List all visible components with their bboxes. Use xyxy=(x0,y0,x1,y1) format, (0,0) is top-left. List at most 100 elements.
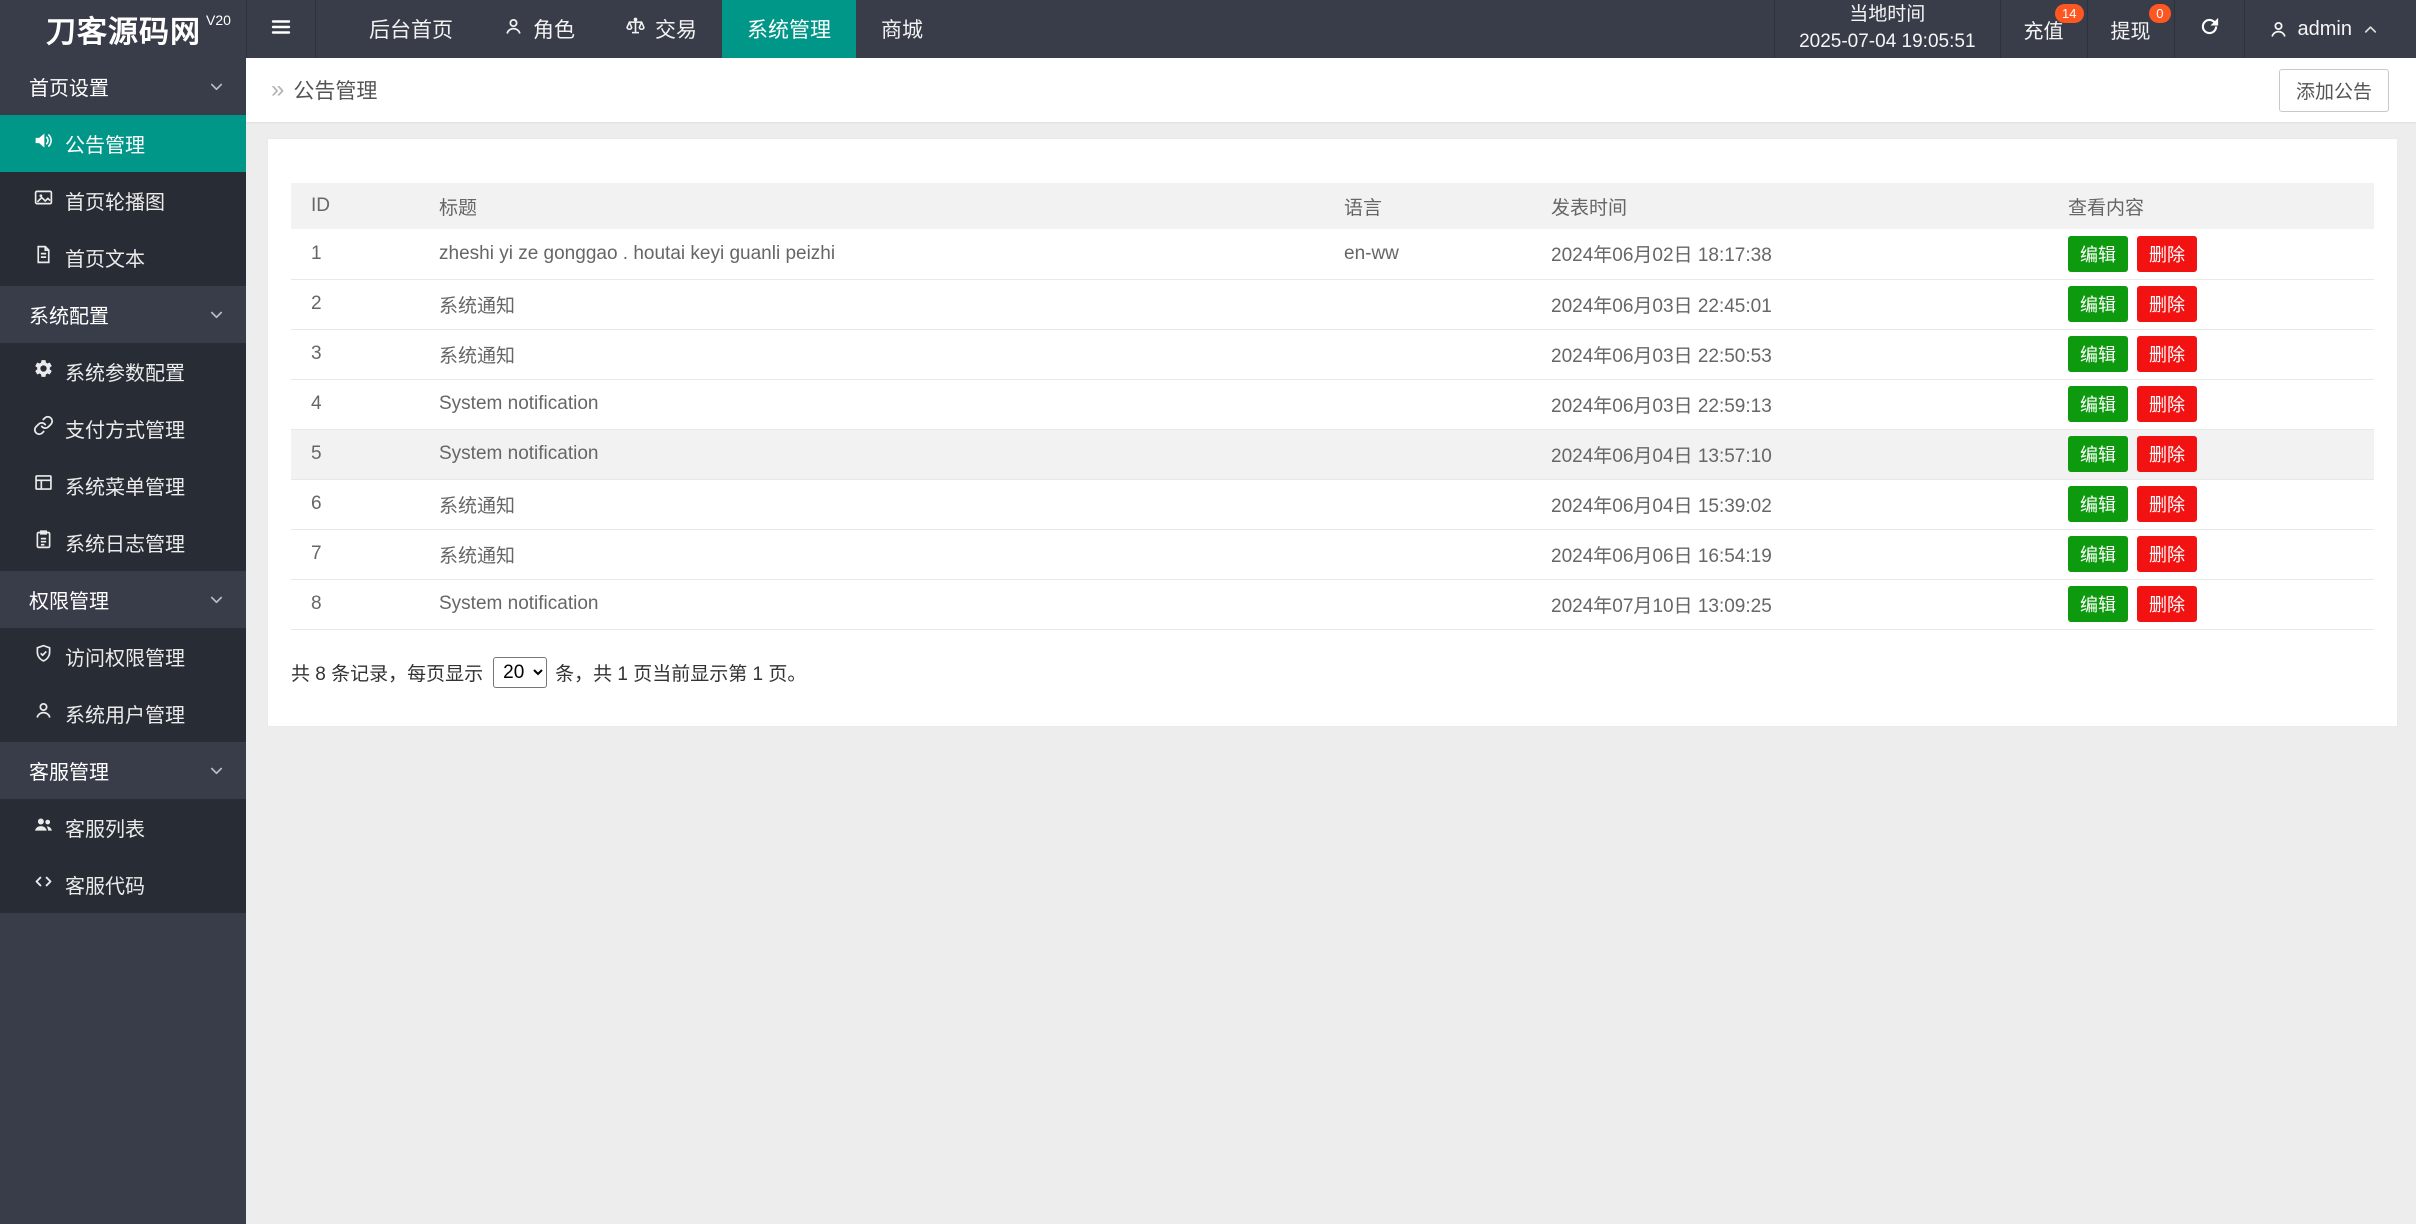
cell-actions: 编辑 删除 xyxy=(2048,429,2374,480)
table-row: 8 System notification 2024年07月10日 13:09:25… xyxy=(291,579,2374,630)
sidebar-section-header[interactable]: 首页设置 xyxy=(0,58,246,115)
local-time-value: 2025-07-04 19:05:51 xyxy=(1799,31,1976,52)
table-column-header: 标题 xyxy=(419,183,1324,229)
pagination-prefix: 共 8 条记录，每页显示 xyxy=(291,663,484,685)
sidebar-item[interactable]: 访问权限管理 xyxy=(0,628,246,685)
sidebar-section-header[interactable]: 权限管理 xyxy=(0,571,246,628)
chevron-down-icon xyxy=(207,305,226,324)
document-icon xyxy=(33,244,54,271)
breadcrumb: » 公告管理 添加公告 xyxy=(246,58,2416,122)
sidebar-toggle-button[interactable] xyxy=(246,0,316,58)
table-row: 3 系统通知 2024年06月03日 22:50:53 编辑 删除 xyxy=(291,329,2374,380)
cell-time: 2024年06月03日 22:50:53 xyxy=(1531,329,2048,380)
table-row: 2 系统通知 2024年06月03日 22:45:01 编辑 删除 xyxy=(291,279,2374,330)
cell-lang: en-ww xyxy=(1324,229,1531,280)
delete-button[interactable]: 删除 xyxy=(2137,336,2197,372)
recharge-badge: 14 xyxy=(2055,4,2084,23)
cell-time: 2024年06月04日 15:39:02 xyxy=(1531,479,2048,530)
refresh-icon xyxy=(2198,15,2221,44)
cell-lang xyxy=(1324,329,1531,380)
cell-id: 4 xyxy=(291,379,419,430)
cell-time: 2024年07月10日 13:09:25 xyxy=(1531,579,2048,630)
clipboard-icon xyxy=(33,529,54,556)
cell-id: 8 xyxy=(291,579,419,630)
sidebar-section-label: 首页设置 xyxy=(29,78,109,100)
sidebar-section-header[interactable]: 系统配置 xyxy=(0,286,246,343)
cell-id: 5 xyxy=(291,429,419,480)
cell-title: System notification xyxy=(419,429,1324,480)
withdraw-button[interactable]: 提现 0 xyxy=(2086,0,2174,58)
delete-button[interactable]: 删除 xyxy=(2137,235,2197,272)
sidebar-item[interactable]: 首页文本 xyxy=(0,229,246,286)
add-announcement-button[interactable]: 添加公告 xyxy=(2278,68,2389,112)
top-nav-item[interactable]: 系统管理 xyxy=(722,0,856,58)
delete-button[interactable]: 删除 xyxy=(2137,536,2197,572)
cell-time: 2024年06月03日 22:59:13 xyxy=(1531,379,2048,430)
sidebar-item[interactable]: 公告管理 xyxy=(0,115,246,172)
sidebar-item[interactable]: 系统参数配置 xyxy=(0,343,246,400)
top-nav-item[interactable]: 交易 xyxy=(600,0,722,58)
table-row: 4 System notification 2024年06月03日 22:59:13… xyxy=(291,379,2374,430)
user-icon xyxy=(2268,19,2289,40)
edit-button[interactable]: 编辑 xyxy=(2068,386,2128,422)
cell-time: 2024年06月06日 16:54:19 xyxy=(1531,529,2048,580)
user-menu[interactable]: admin xyxy=(2243,0,2416,58)
edit-button[interactable]: 编辑 xyxy=(2068,586,2128,622)
sidebar-section-label: 权限管理 xyxy=(29,591,109,613)
delete-button[interactable]: 删除 xyxy=(2137,436,2197,472)
cell-title: System notification xyxy=(419,379,1324,430)
top-nav-item[interactable]: 角色 xyxy=(478,0,600,58)
pagination-suffix: 条，共 1 页当前显示第 1 页。 xyxy=(555,663,807,685)
sidebar-item-label: 系统用户管理 xyxy=(65,705,185,727)
local-time-label: 当地时间 xyxy=(1849,4,1926,26)
cell-title: System notification xyxy=(419,579,1324,630)
withdraw-label: 提现 xyxy=(2110,20,2151,43)
edit-button[interactable]: 编辑 xyxy=(2068,536,2128,572)
cell-actions: 编辑 删除 xyxy=(2048,529,2374,580)
cell-title: 系统通知 xyxy=(419,529,1324,580)
breadcrumb-arrow-icon: » xyxy=(271,76,285,103)
edit-button[interactable]: 编辑 xyxy=(2068,286,2128,322)
edit-button[interactable]: 编辑 xyxy=(2068,486,2128,522)
edit-button[interactable]: 编辑 xyxy=(2068,336,2128,372)
delete-button[interactable]: 删除 xyxy=(2137,386,2197,422)
table-header-row: ID 标题 语言 发表时间 查看内容 xyxy=(291,183,2374,229)
cell-actions: 编辑 删除 xyxy=(2048,279,2374,330)
sidebar-item-label: 首页文本 xyxy=(65,249,145,271)
sidebar-section-header[interactable]: 客服管理 xyxy=(0,742,246,799)
sidebar-item[interactable]: 系统日志管理 xyxy=(0,514,246,571)
sidebar-item[interactable]: 首页轮播图 xyxy=(0,172,246,229)
sidebar-item[interactable]: 支付方式管理 xyxy=(0,400,246,457)
recharge-button[interactable]: 充值 14 xyxy=(1999,0,2087,58)
edit-button[interactable]: 编辑 xyxy=(2068,436,2128,472)
top-nav-item[interactable]: 后台首页 xyxy=(344,0,478,58)
edit-button[interactable]: 编辑 xyxy=(2068,235,2128,272)
speaker-icon xyxy=(33,130,54,157)
sidebar: 首页设置 公告管理 首页轮播图 首页文本 系统配置 系统参数配置 支付方式管理 系统菜单管理系… xyxy=(0,58,246,1224)
delete-button[interactable]: 删除 xyxy=(2137,586,2197,622)
top-nav-item[interactable]: 商城 xyxy=(856,0,948,58)
sidebar-item[interactable]: 客服列表 xyxy=(0,799,246,856)
app-version: V20 xyxy=(206,12,231,28)
cell-id: 2 xyxy=(291,279,419,330)
sidebar-section-group: 公告管理首页轮播图首页文本 xyxy=(0,115,246,286)
cell-time: 2024年06月02日 18:17:38 xyxy=(1531,229,2048,280)
sidebar-item[interactable]: 系统用户管理 xyxy=(0,685,246,742)
delete-button[interactable]: 删除 xyxy=(2137,486,2197,522)
sidebar-item[interactable]: 客服代码 xyxy=(0,856,246,913)
page-size-select[interactable]: 20 xyxy=(493,656,548,688)
window-icon xyxy=(33,472,54,499)
shield-check-icon xyxy=(33,643,54,670)
code-icon xyxy=(33,871,54,898)
delete-button[interactable]: 删除 xyxy=(2137,286,2197,322)
sidebar-item[interactable]: 系统菜单管理 xyxy=(0,457,246,514)
image-icon xyxy=(33,187,54,214)
table-column-header: 发表时间 xyxy=(1531,183,2048,229)
users-icon xyxy=(33,814,54,841)
sidebar-item-label: 首页轮播图 xyxy=(65,192,165,214)
cell-id: 1 xyxy=(291,229,419,280)
local-time: 当地时间 2025-07-04 19:05:51 xyxy=(1774,0,1999,58)
refresh-button[interactable] xyxy=(2173,0,2244,58)
sidebar-section-label: 客服管理 xyxy=(29,762,109,784)
user-icon xyxy=(503,16,524,43)
